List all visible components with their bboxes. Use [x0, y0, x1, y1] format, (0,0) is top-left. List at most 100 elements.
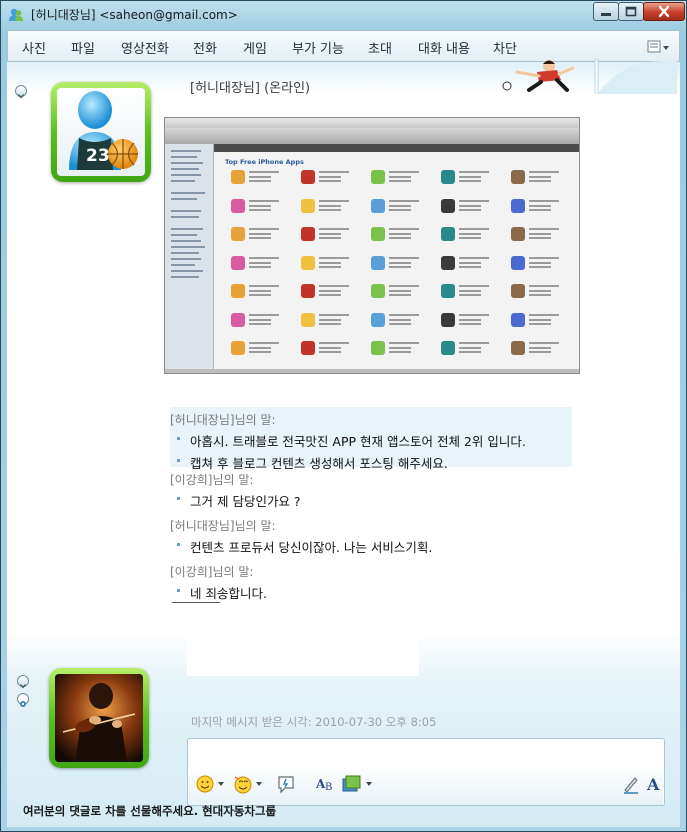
message-input[interactable] — [194, 743, 660, 765]
collapse-my-avatar-icon[interactable] — [17, 675, 29, 689]
app-tile-text-line — [529, 313, 559, 316]
webcam-icon[interactable] — [17, 693, 29, 707]
app-tile-text-line — [319, 176, 341, 178]
message-group: [이강희]님의 말: 그거 제 담당인가요 ? — [170, 471, 572, 510]
app-tile-text-line — [319, 313, 349, 316]
app-tile-text-line — [529, 261, 551, 264]
app-tile-text-line — [319, 204, 341, 207]
app-tile-text-line — [249, 176, 271, 178]
message-line: 캡쳐 후 블로그 컨텐츠 생성해서 포스팅 해주세요. — [170, 453, 572, 472]
message-line: 그거 제 담당인가요 ? — [170, 491, 572, 510]
menu-video-call[interactable]: 영상전화 — [121, 38, 169, 57]
message-compose-box[interactable]: A B A — [187, 738, 665, 806]
app-tile-text-line — [389, 294, 411, 296]
app-tile-text-line — [389, 204, 411, 207]
message-group: [이강희]님의 말: 네 죄송합니다. — [170, 563, 572, 602]
app-tile-text-line — [529, 228, 559, 230]
menu-options-icon[interactable] — [644, 38, 674, 56]
app-tile-text-line — [319, 199, 349, 202]
app-tile-text-line — [389, 171, 419, 173]
app-tile-text-line — [389, 208, 411, 211]
app-tile-icon — [301, 312, 315, 327]
app-tile-text-line — [529, 290, 551, 292]
app-tile-text-line — [459, 265, 481, 268]
soccer-banner-icon — [502, 59, 677, 94]
background-button[interactable] — [341, 773, 375, 795]
app-tile-icon — [511, 255, 525, 270]
messenger-window: [허니대장님] <saheon@gmail.com> 사진 파일 영상전화 전화… — [0, 0, 687, 832]
nudge-button[interactable] — [275, 773, 297, 795]
emoticon-button[interactable] — [195, 773, 227, 795]
menu-invite[interactable]: 초대 — [368, 38, 392, 57]
app-tile-text-line — [249, 171, 279, 173]
app-tile-text-line — [319, 208, 341, 211]
app-tile-text-line — [319, 237, 341, 239]
app-tile-text-line — [249, 204, 271, 207]
app-tile-text-line — [319, 322, 341, 325]
app-tile-text-line — [319, 265, 341, 268]
app-tile-text-line — [249, 199, 279, 202]
app-tile-icon — [371, 198, 385, 213]
app-tile-text-line — [249, 228, 279, 230]
app-tile-icon — [231, 198, 245, 213]
app-tile-text-line — [529, 318, 551, 321]
blank-ad-area — [187, 634, 419, 676]
maximize-button[interactable] — [618, 2, 644, 21]
text-format-button[interactable]: A — [645, 773, 663, 795]
minimize-button[interactable] — [593, 2, 619, 21]
app-tile-text-line — [529, 256, 559, 259]
app-tile-text-line — [389, 347, 411, 349]
handwriting-pen-button[interactable] — [621, 773, 641, 795]
app-tile-text-line — [459, 318, 481, 321]
menu-phone[interactable]: 전화 — [193, 38, 217, 57]
font-button[interactable]: A B — [315, 773, 337, 795]
app-tile-text-line — [249, 285, 279, 287]
app-tile-text-line — [459, 228, 489, 230]
message-group: [허니대장님]님의 말: 아홉시. 트래블로 전국맛진 APP 현재 앱스토어 … — [170, 411, 572, 472]
app-tile-text-line — [249, 347, 271, 349]
menu-file[interactable]: 파일 — [71, 38, 95, 57]
app-tile-text-line — [319, 233, 341, 235]
app-tile-text-line — [459, 261, 481, 264]
collapse-contact-icon[interactable] — [15, 85, 27, 99]
app-tile-text-line — [319, 342, 349, 344]
app-tile-icon — [441, 198, 455, 213]
animated-emoticon-button[interactable] — [233, 773, 265, 795]
app-tile-text-line — [529, 233, 551, 235]
app-tile-text-line — [319, 347, 341, 349]
message-separator — [172, 602, 220, 603]
app-tile-icon — [231, 284, 245, 298]
message-line: 네 죄송합니다. — [170, 583, 572, 602]
menu-photo[interactable]: 사진 — [22, 38, 46, 57]
app-tile-text-line — [529, 342, 559, 344]
app-tile-icon — [231, 341, 245, 355]
close-button[interactable] — [643, 2, 685, 21]
menu-add-ons[interactable]: 부가 기능 — [292, 38, 344, 57]
advertisement-text[interactable]: 여러분의 댓글로 차를 선물해주세요. 현대자동차그룹 — [23, 803, 276, 819]
title-bar[interactable]: [허니대장님] <saheon@gmail.com> — [1, 1, 686, 29]
app-tile-text-line — [529, 347, 551, 349]
message-sender: [허니대장님]님의 말: — [170, 413, 276, 427]
app-tile-text-line — [389, 180, 411, 182]
app-tile-icon — [231, 170, 245, 184]
app-tile-text-line — [389, 265, 411, 268]
violinist-photo-icon — [55, 674, 143, 762]
app-tile-text-line — [459, 176, 481, 178]
app-tile-text-line — [319, 294, 341, 296]
my-avatar[interactable] — [49, 668, 149, 768]
app-tile-icon — [511, 284, 525, 298]
app-tile-text-line — [459, 180, 481, 182]
chat-content-area: 23 [허니대장님] (온라인) Top Free iPhone Apps [허… — [7, 59, 680, 827]
app-tile-text-line — [319, 351, 341, 353]
contact-avatar[interactable]: 23 — [51, 82, 151, 182]
menu-block[interactable]: 차단 — [493, 38, 517, 57]
app-tile-icon — [301, 227, 315, 241]
menu-game[interactable]: 게임 — [243, 38, 267, 57]
app-tile-icon — [441, 170, 455, 184]
menu-chat-history[interactable]: 대화 내용 — [418, 38, 470, 57]
app-tile-text-line — [529, 351, 551, 353]
app-tile-text-line — [389, 261, 411, 264]
app-tile-text-line — [459, 290, 481, 292]
shared-screenshot-image[interactable]: Top Free iPhone Apps — [164, 117, 580, 374]
app-tile-icon — [371, 255, 385, 270]
